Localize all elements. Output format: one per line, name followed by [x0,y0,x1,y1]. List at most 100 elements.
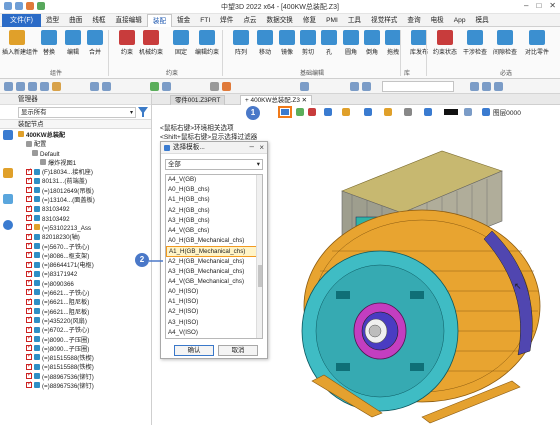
toolbar-icon[interactable] [470,82,479,91]
template-list-item[interactable]: A1_H(GB_Mechanical_chs) [166,246,262,257]
tree-item[interactable]: (=)6621...子铁心) [16,287,152,298]
tree-item[interactable]: (=)6621...阻尼板) [16,306,152,317]
tree-item[interactable]: 82018230(轴) [16,232,152,242]
menu-item[interactable]: PMI [321,14,343,27]
template-list-item[interactable]: A3_H(GB_chs) [166,216,262,226]
template-list-item[interactable]: A0_H(GB_chs) [166,185,262,195]
visibility-checkbox[interactable] [26,325,32,334]
tree-item[interactable]: (=)435220(风扇) [16,315,152,326]
template-list-item[interactable]: A1_H(ISO) [166,297,262,307]
menu-item[interactable]: 视觉样式 [366,14,402,27]
tree-item[interactable]: 83103492 [16,204,152,214]
visibility-checkbox[interactable] [26,213,32,222]
tree-item[interactable]: (=)86644171(电枢) [16,260,152,270]
menu-item[interactable]: 曲面 [64,14,87,27]
tree-item[interactable]: (=)13104...(面盖板) [16,194,152,205]
visibility-checkbox[interactable] [26,352,32,362]
layer-icon[interactable] [482,108,490,116]
visibility-checkbox[interactable] [26,260,32,269]
template-list-item[interactable]: A0_H(ISO) [166,287,262,297]
toolbar-icon[interactable] [52,82,61,91]
menu-item[interactable]: 钣金 [172,14,195,27]
user-icon[interactable] [3,220,13,230]
toolbar-icon[interactable] [222,82,231,91]
template-list-item[interactable]: A3_H(ISO) [166,318,262,328]
cancel-button[interactable]: 取消 [218,345,258,356]
ribbon-button[interactable]: 约束状态 [430,29,460,61]
toolbar-icon[interactable] [150,82,159,91]
tab-assembly[interactable]: + 400KW总装配.Z3 ✕ [240,95,313,105]
menu-item[interactable]: 数据交换 [262,14,298,27]
visibility-checkbox[interactable] [26,222,32,232]
view-icon[interactable] [384,108,392,116]
visibility-checkbox[interactable] [26,297,32,306]
scrollbar-thumb[interactable] [258,265,262,287]
minimize-icon[interactable]: – [250,141,254,153]
toolbar-icon[interactable] [162,82,171,91]
filter-icon[interactable] [138,107,148,117]
menu-item[interactable]: 查询 [402,14,425,27]
toolbar-icon[interactable] [4,82,13,91]
view-manager-icon[interactable] [3,194,13,204]
ribbon-button[interactable]: 合并 [80,29,110,61]
menu-item[interactable]: 直接编辑 [111,14,147,27]
visibility-checkbox[interactable] [26,278,32,287]
view-icon[interactable] [296,108,304,116]
tree-item[interactable]: (=)18012649(吊板) [16,185,152,196]
tree-item[interactable]: 83103492 [16,213,152,224]
visibility-checkbox[interactable] [26,343,32,352]
tree-item[interactable]: (=)8086...枢支架) [16,250,152,261]
view-icon[interactable] [364,108,372,116]
menu-item[interactable]: 模具 [471,14,494,27]
ribbon-button[interactable]: 干涉检查 [460,29,490,61]
visibility-checkbox[interactable] [26,269,32,278]
tree-item[interactable]: (=)5670...子铁心) [16,241,152,252]
list-scrollbar[interactable] [256,175,262,338]
visibility-checkbox[interactable] [26,176,32,185]
visibility-checkbox[interactable] [26,315,32,325]
visibility-checkbox[interactable] [26,362,32,371]
toolbar-icon[interactable] [90,82,99,91]
visibility-checkbox[interactable] [26,232,32,241]
tab-part001[interactable]: 零件001.Z3PRT [170,95,226,105]
toolbar-icon[interactable] [482,82,491,91]
generator-model[interactable] [272,131,560,425]
template-category-select[interactable]: 全部 [165,159,263,170]
tree-item[interactable]: 爆炸视图1 [16,159,152,168]
template-list-item[interactable]: A2_H(GB_chs) [166,206,262,216]
ribbon-button[interactable]: 编辑约束 [192,29,222,61]
view-icon[interactable] [464,108,472,116]
view-icon[interactable] [424,108,432,116]
toolbar-icon[interactable] [28,82,37,91]
visibility-checkbox[interactable] [26,185,32,194]
visibility-checkbox[interactable] [26,204,32,213]
menu-item[interactable]: 点云 [238,14,261,27]
toolbar-icon[interactable] [16,82,25,91]
filter-combo[interactable] [382,81,454,92]
view-icon[interactable] [404,108,412,116]
template-list-item[interactable]: A2_H(GB_Mechanical_chs) [166,257,262,267]
template-list-item[interactable]: A3_H(GB_Mechanical_chs) [166,267,262,277]
template-list-item[interactable]: A4_V(GB_Mechanical_chs) [166,277,262,287]
tree-item[interactable]: 80131...(前端盖) [16,176,152,186]
color-swatch[interactable] [444,109,458,115]
menu-item[interactable]: 工具 [343,14,366,27]
tree-root[interactable]: 400KW总装配 [16,131,152,140]
toolbar-icon[interactable] [210,82,219,91]
view-icon[interactable] [324,108,332,116]
tree-item[interactable]: (=)8090...子压圈) [16,343,152,354]
ribbon-button[interactable]: 对比零件 [522,29,552,61]
visibility-checkbox[interactable] [26,287,32,297]
visibility-checkbox[interactable] [26,194,32,204]
tree-item[interactable]: (=)8090366 [16,278,152,289]
ribbon-button[interactable]: 间隙检查 [490,29,520,61]
menu-item[interactable]: FTI [195,14,215,27]
menu-item[interactable]: 修复 [298,14,321,27]
tree-item[interactable]: (=)8090...子压圈) [16,334,152,345]
display-filter-select[interactable]: 显示所有 [18,106,136,118]
menu-item[interactable]: 线框 [87,14,110,27]
ribbon-button[interactable]: 插入新建组件 [2,29,38,61]
toolbar-icon[interactable] [102,82,111,91]
toolbar-icon[interactable] [40,82,49,91]
template-list-item[interactable]: A2_H(ISO) [166,307,262,317]
